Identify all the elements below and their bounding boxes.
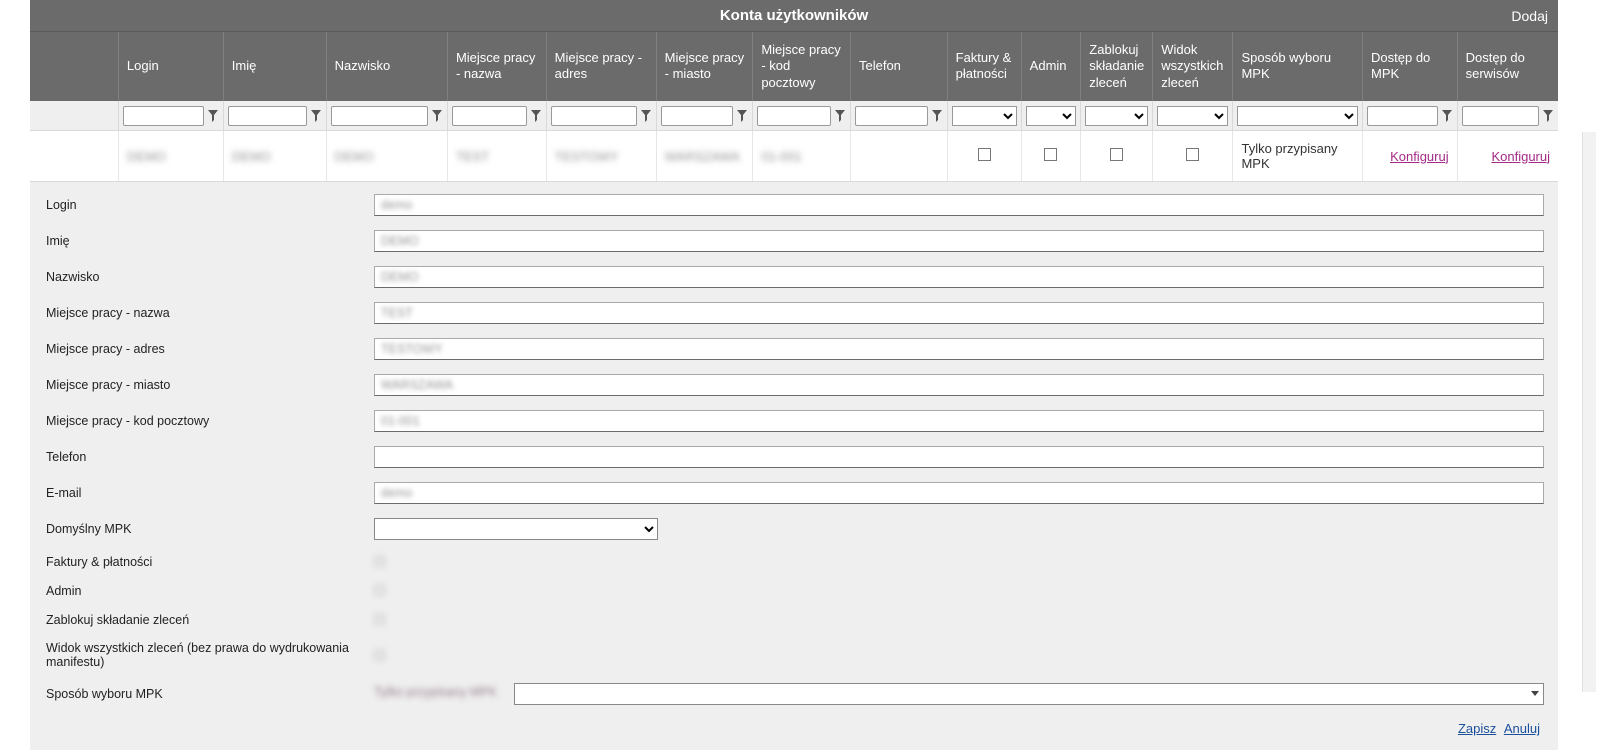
label-imie: Imię bbox=[44, 234, 374, 248]
label-mp-nazwa: Miejsce pracy - nazwa bbox=[44, 306, 374, 320]
checkbox-widok[interactable] bbox=[1186, 148, 1199, 161]
input-telefon[interactable] bbox=[374, 446, 1544, 468]
col-faktury[interactable]: Faktury & płatności bbox=[947, 32, 1021, 101]
cell-sposob: Tylko przypisany MPK bbox=[1241, 141, 1337, 171]
filter-icon[interactable] bbox=[310, 109, 322, 123]
label-zablokuj: Zablokuj składanie zleceń bbox=[44, 613, 374, 627]
col-dostep-mpk[interactable]: Dostęp do MPK bbox=[1363, 32, 1458, 101]
col-nazwisko[interactable]: Nazwisko bbox=[326, 32, 447, 101]
form-actions: Zapisz Anuluj bbox=[44, 719, 1544, 744]
filter-row bbox=[30, 101, 1558, 131]
col-admin[interactable]: Admin bbox=[1021, 32, 1081, 101]
filter-icon[interactable] bbox=[431, 109, 443, 123]
table-row[interactable]: DEMO DEMO DEMO TEST TESTOWY WARSZAWA 01-… bbox=[30, 131, 1558, 182]
input-email[interactable]: demo bbox=[374, 482, 1544, 504]
select-domyslny-mpk[interactable] bbox=[374, 518, 658, 540]
checkbox-admin-form[interactable]: ☐ bbox=[374, 583, 385, 598]
label-domyslny-mpk: Domyślny MPK bbox=[44, 522, 374, 536]
label-email: E-mail bbox=[44, 486, 374, 500]
cancel-link[interactable]: Anuluj bbox=[1504, 721, 1540, 736]
input-imie[interactable]: DEMO bbox=[374, 230, 1544, 252]
input-nazwisko[interactable]: DEMO bbox=[374, 266, 1544, 288]
input-mp-miasto[interactable]: WARSZAWA bbox=[374, 374, 1544, 396]
filter-icon[interactable] bbox=[640, 109, 652, 123]
col-mp-miasto[interactable]: Miejsce pracy - miasto bbox=[656, 32, 753, 101]
page-title: Konta użytkowników bbox=[720, 7, 868, 24]
filter-faktury[interactable] bbox=[952, 106, 1017, 126]
cell-imie: DEMO bbox=[232, 149, 271, 164]
cell-mp-nazwa: TEST bbox=[456, 149, 489, 164]
checkbox-faktury-form[interactable]: ☐ bbox=[374, 554, 385, 569]
filter-icon[interactable] bbox=[1441, 109, 1453, 123]
col-expand bbox=[30, 32, 118, 101]
col-sposob[interactable]: Sposób wyboru MPK bbox=[1233, 32, 1363, 101]
checkbox-zablokuj-form[interactable]: ☐ bbox=[374, 612, 385, 627]
col-mp-adres[interactable]: Miejsce pracy - adres bbox=[546, 32, 656, 101]
col-mp-nazwa[interactable]: Miejsce pracy - nazwa bbox=[447, 32, 546, 101]
col-mp-kod[interactable]: Miejsce pracy - kod pocztowy bbox=[753, 32, 851, 101]
filter-dostep-serwisow[interactable] bbox=[1462, 106, 1539, 126]
cell-mp-adres: TESTOWY bbox=[555, 149, 619, 164]
label-faktury: Faktury & płatności bbox=[44, 555, 374, 569]
input-mp-kod[interactable]: 01-001 bbox=[374, 410, 1544, 432]
label-sposob-mpk: Sposób wyboru MPK bbox=[44, 687, 374, 701]
col-login[interactable]: Login bbox=[118, 32, 223, 101]
col-widok[interactable]: Widok wszystkich zleceń bbox=[1153, 32, 1233, 101]
input-login[interactable]: demo bbox=[374, 194, 1544, 216]
col-dostep-serwisow[interactable]: Dostęp do serwisów bbox=[1457, 32, 1558, 101]
filter-admin[interactable] bbox=[1026, 106, 1077, 126]
filter-icon[interactable] bbox=[736, 109, 748, 123]
filter-sposob[interactable] bbox=[1237, 106, 1358, 126]
detail-form: Login demo Imię DEMO Nazwisko DEMO Miejs… bbox=[30, 182, 1558, 750]
label-admin: Admin bbox=[44, 584, 374, 598]
add-button[interactable]: Dodaj bbox=[1511, 0, 1548, 32]
filter-mp-adres[interactable] bbox=[551, 106, 637, 126]
filter-icon[interactable] bbox=[931, 109, 943, 123]
filter-icon[interactable] bbox=[530, 109, 542, 123]
save-link[interactable]: Zapisz bbox=[1458, 721, 1496, 736]
scrollbar-track[interactable] bbox=[1582, 132, 1596, 692]
checkbox-admin[interactable] bbox=[1044, 148, 1057, 161]
input-mp-adres[interactable]: TESTOWY bbox=[374, 338, 1544, 360]
configure-services-link[interactable]: Konfiguruj bbox=[1491, 149, 1550, 164]
filter-icon[interactable] bbox=[1542, 109, 1554, 123]
filter-telefon[interactable] bbox=[855, 106, 928, 126]
label-mp-kod: Miejsce pracy - kod pocztowy bbox=[44, 414, 374, 428]
filter-icon[interactable] bbox=[834, 109, 846, 123]
cell-mp-miasto: WARSZAWA bbox=[665, 149, 740, 164]
filter-mp-nazwa[interactable] bbox=[452, 106, 527, 126]
filter-zablokuj[interactable] bbox=[1085, 106, 1148, 126]
label-telefon: Telefon bbox=[44, 450, 374, 464]
cell-login: DEMO bbox=[127, 149, 166, 164]
filter-nazwisko[interactable] bbox=[331, 106, 428, 126]
users-grid: Login Imię Nazwisko Miejsce pracy - nazw… bbox=[30, 32, 1558, 182]
filter-dostep-mpk[interactable] bbox=[1367, 106, 1438, 126]
col-imie[interactable]: Imię bbox=[223, 32, 326, 101]
filter-mp-miasto[interactable] bbox=[661, 106, 734, 126]
checkbox-faktury[interactable] bbox=[978, 148, 991, 161]
filter-login[interactable] bbox=[123, 106, 204, 126]
titlebar: Konta użytkowników Dodaj bbox=[30, 0, 1558, 32]
label-login: Login bbox=[44, 198, 374, 212]
checkbox-widok-form[interactable]: ☐ bbox=[374, 648, 385, 663]
cell-mp-kod: 01-001 bbox=[761, 149, 801, 164]
filter-widok[interactable] bbox=[1157, 106, 1228, 126]
col-zablokuj[interactable]: Zablokuj składanie zleceń bbox=[1081, 32, 1153, 101]
label-widok: Widok wszystkich zleceń (bez prawa do wy… bbox=[44, 641, 374, 669]
configure-mpk-link[interactable]: Konfiguruj bbox=[1390, 149, 1449, 164]
cell-nazwisko: DEMO bbox=[335, 149, 374, 164]
select-sposob-mpk-value: Tylko przypisany MPK bbox=[374, 683, 514, 705]
filter-mp-kod[interactable] bbox=[757, 106, 831, 126]
col-telefon[interactable]: Telefon bbox=[850, 32, 947, 101]
filter-imie[interactable] bbox=[228, 106, 307, 126]
label-mp-adres: Miejsce pracy - adres bbox=[44, 342, 374, 356]
input-mp-nazwa[interactable]: TEST bbox=[374, 302, 1544, 324]
label-nazwisko: Nazwisko bbox=[44, 270, 374, 284]
label-mp-miasto: Miejsce pracy - miasto bbox=[44, 378, 374, 392]
select-sposob-mpk[interactable] bbox=[514, 683, 1544, 705]
checkbox-zablokuj[interactable] bbox=[1110, 148, 1123, 161]
filter-icon[interactable] bbox=[207, 109, 219, 123]
